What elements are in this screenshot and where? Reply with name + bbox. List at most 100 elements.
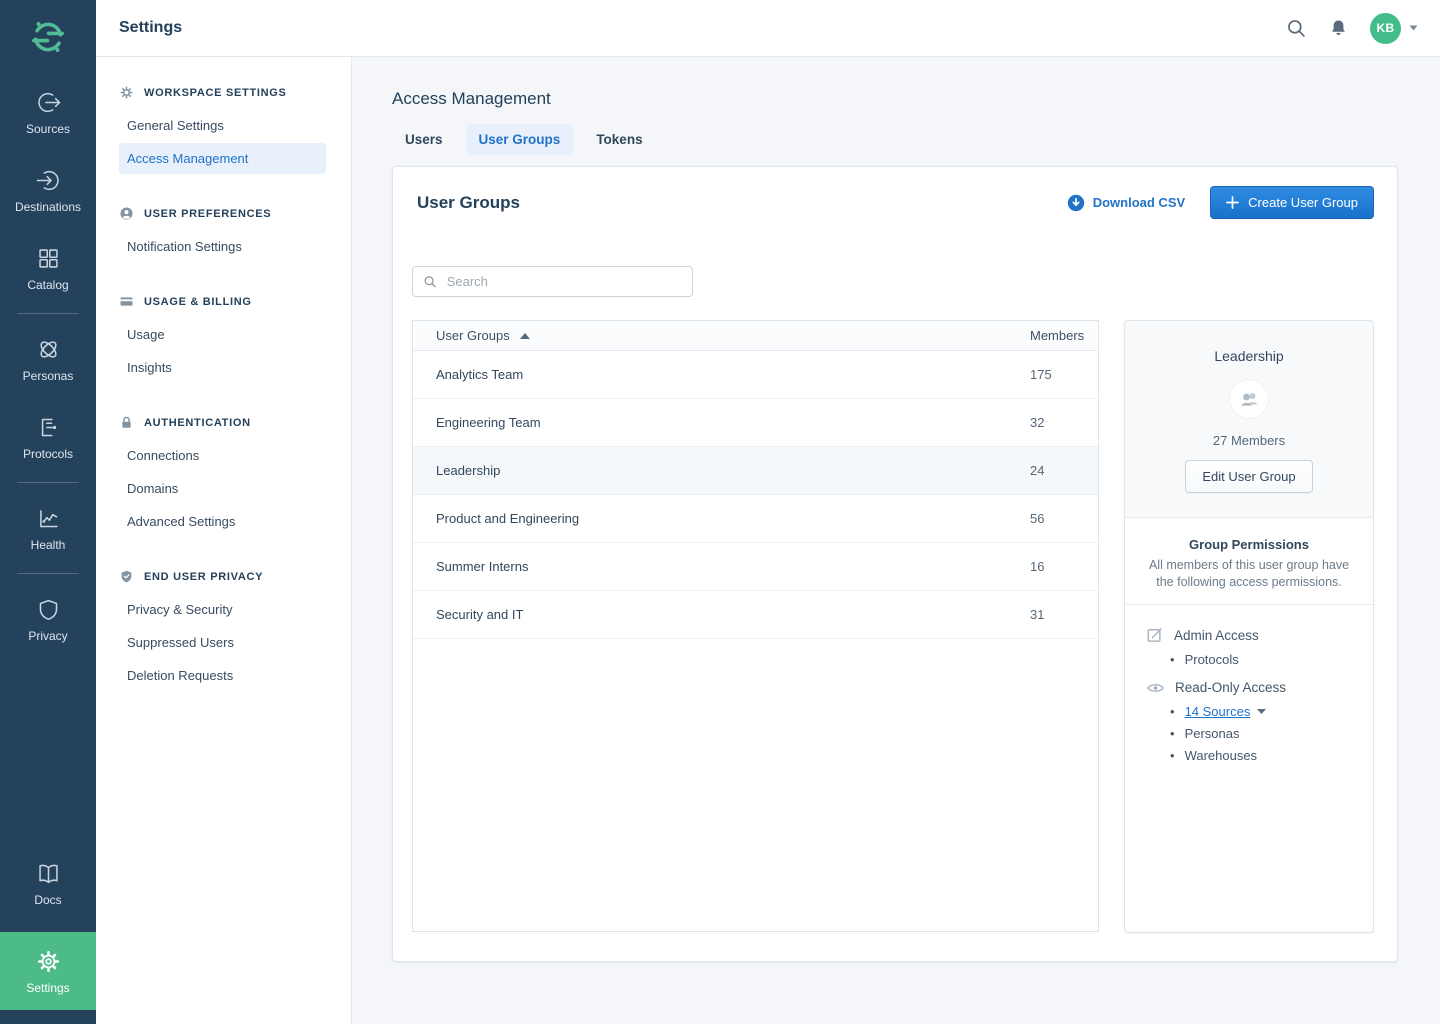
- table-row[interactable]: Summer Interns 16: [413, 543, 1098, 591]
- group-name: Engineering Team: [436, 415, 1030, 430]
- permission-item-label: Protocols: [1185, 652, 1239, 667]
- sidebar-item-health[interactable]: Health: [0, 489, 96, 567]
- member-count: 56: [1030, 511, 1082, 526]
- bullet: •: [1170, 726, 1175, 741]
- group-name: Leadership: [436, 463, 1030, 478]
- group-icon: [1237, 388, 1261, 410]
- sidebar-item-sources[interactable]: Sources: [0, 73, 96, 151]
- table-row[interactable]: Product and Engineering 56: [413, 495, 1098, 543]
- download-csv-link[interactable]: Download CSV: [1067, 194, 1185, 212]
- topbar-actions: KB: [1285, 13, 1418, 44]
- subnav-header: USAGE & BILLING: [96, 288, 351, 319]
- topbar: Settings KB: [96, 0, 1440, 57]
- sidebar-divider: [17, 313, 79, 314]
- lock-icon: [119, 415, 134, 430]
- user-circle-icon: [119, 206, 134, 221]
- create-user-group-button[interactable]: Create User Group: [1210, 186, 1374, 219]
- subnav-header: END USER PRIVACY: [96, 563, 351, 594]
- subnav-item-advanced-settings[interactable]: Advanced Settings: [119, 506, 326, 537]
- search-icon[interactable]: [1285, 17, 1307, 39]
- subnav-header-label: USER PREFERENCES: [144, 208, 271, 220]
- bell-icon[interactable]: [1328, 17, 1349, 39]
- sidebar-item-docs[interactable]: Docs: [0, 844, 96, 922]
- protocols-icon: [35, 414, 62, 441]
- permissions-description: All members of this user group have the …: [1142, 557, 1356, 590]
- sidebar-item-destinations[interactable]: Destinations: [0, 151, 96, 229]
- table-row[interactable]: Engineering Team 32: [413, 399, 1098, 447]
- tab-user-groups[interactable]: User Groups: [466, 124, 574, 155]
- subnav-item-access-management[interactable]: Access Management: [119, 143, 326, 174]
- search-input[interactable]: [445, 273, 682, 290]
- health-icon: [35, 505, 62, 532]
- sidebar-item-settings[interactable]: Settings: [0, 932, 96, 1010]
- read-only-access-group: Read-Only Access • 14 Sources: [1147, 680, 1365, 763]
- sidebar-item-protocols[interactable]: Protocols: [0, 398, 96, 476]
- sources-expand-link[interactable]: 14 Sources: [1185, 704, 1251, 719]
- permissions-title: Group Permissions: [1125, 537, 1373, 552]
- subnav-item-connections[interactable]: Connections: [119, 440, 326, 471]
- sidebar-item-label: Destinations: [15, 200, 81, 214]
- edit-user-group-button[interactable]: Edit User Group: [1185, 460, 1312, 493]
- card-header: User Groups Download CSV: [393, 167, 1397, 236]
- bullet: •: [1170, 652, 1175, 667]
- group-avatar: [1230, 380, 1268, 418]
- segment-logo[interactable]: [27, 0, 69, 73]
- tab-users[interactable]: Users: [392, 124, 456, 155]
- subnav-section-workspace: WORKSPACE SETTINGS General Settings Acce…: [96, 79, 351, 174]
- subnav-item-suppressed-users[interactable]: Suppressed Users: [119, 627, 326, 658]
- page-title: Settings: [119, 19, 182, 37]
- permission-item: • Protocols: [1147, 652, 1365, 667]
- subnav-item-notification-settings[interactable]: Notification Settings: [119, 231, 326, 262]
- sidebar-item-label: Protocols: [23, 447, 73, 461]
- member-count: 31: [1030, 607, 1082, 622]
- subnav-header-label: WORKSPACE SETTINGS: [144, 87, 287, 99]
- subnav-item-domains[interactable]: Domains: [119, 473, 326, 504]
- column-header-members: Members: [1030, 328, 1082, 343]
- plus-icon: [1226, 196, 1239, 209]
- subnav-item-usage[interactable]: Usage: [119, 319, 326, 350]
- segment-logo-icon: [27, 16, 69, 58]
- members-count-label: 27 Members: [1135, 433, 1363, 448]
- member-count: 175: [1030, 367, 1082, 382]
- column-label: User Groups: [436, 328, 510, 343]
- eye-icon: [1147, 682, 1164, 694]
- subnav-item-deletion-requests[interactable]: Deletion Requests: [119, 660, 326, 691]
- subnav-item-privacy-security[interactable]: Privacy & Security: [119, 594, 326, 625]
- sidebar-item-label: Privacy: [28, 629, 67, 643]
- credit-card-icon: [119, 294, 134, 309]
- admin-access-label: Admin Access: [1174, 628, 1259, 643]
- account-menu[interactable]: KB: [1370, 13, 1418, 44]
- sidebar-item-label: Settings: [26, 981, 69, 995]
- subnav-section-end-user-privacy: END USER PRIVACY Privacy & Security Supp…: [96, 563, 351, 691]
- sources-icon: [35, 89, 62, 116]
- subnav-header-label: AUTHENTICATION: [144, 417, 251, 429]
- subnav-item-general-settings[interactable]: General Settings: [119, 110, 326, 141]
- search-icon: [423, 274, 437, 289]
- settings-subnav: WORKSPACE SETTINGS General Settings Acce…: [96, 57, 352, 1024]
- table-row[interactable]: Security and IT 31: [413, 591, 1098, 639]
- table-and-panel: User Groups Members Analytics Team: [412, 320, 1374, 933]
- sidebar-divider: [17, 482, 79, 483]
- tab-tokens[interactable]: Tokens: [583, 124, 655, 155]
- subnav-item-insights[interactable]: Insights: [119, 352, 326, 383]
- admin-access-header: Admin Access: [1147, 627, 1365, 643]
- table-row-selected[interactable]: Leadership 24: [413, 447, 1098, 495]
- group-name: Security and IT: [436, 607, 1030, 622]
- table-row[interactable]: Analytics Team 175: [413, 351, 1098, 399]
- sidebar-item-catalog[interactable]: Catalog: [0, 229, 96, 307]
- sidebar-item-personas[interactable]: Personas: [0, 320, 96, 398]
- card-title: User Groups: [417, 193, 520, 213]
- sidebar-item-label: Personas: [23, 369, 74, 383]
- subnav-section-user-preferences: USER PREFERENCES Notification Settings: [96, 200, 351, 262]
- sidebar-item-privacy[interactable]: Privacy: [0, 580, 96, 658]
- sidebar-item-label: Docs: [34, 893, 61, 907]
- catalog-icon: [35, 245, 62, 272]
- member-count: 24: [1030, 463, 1082, 478]
- read-only-access-label: Read-Only Access: [1175, 680, 1286, 695]
- subnav-header: USER PREFERENCES: [96, 200, 351, 231]
- download-csv-label: Download CSV: [1093, 195, 1185, 210]
- chevron-down-icon[interactable]: [1257, 709, 1266, 714]
- user-groups-table: User Groups Members Analytics Team: [412, 320, 1099, 932]
- column-header-user-groups[interactable]: User Groups: [436, 328, 1030, 343]
- member-count: 16: [1030, 559, 1082, 574]
